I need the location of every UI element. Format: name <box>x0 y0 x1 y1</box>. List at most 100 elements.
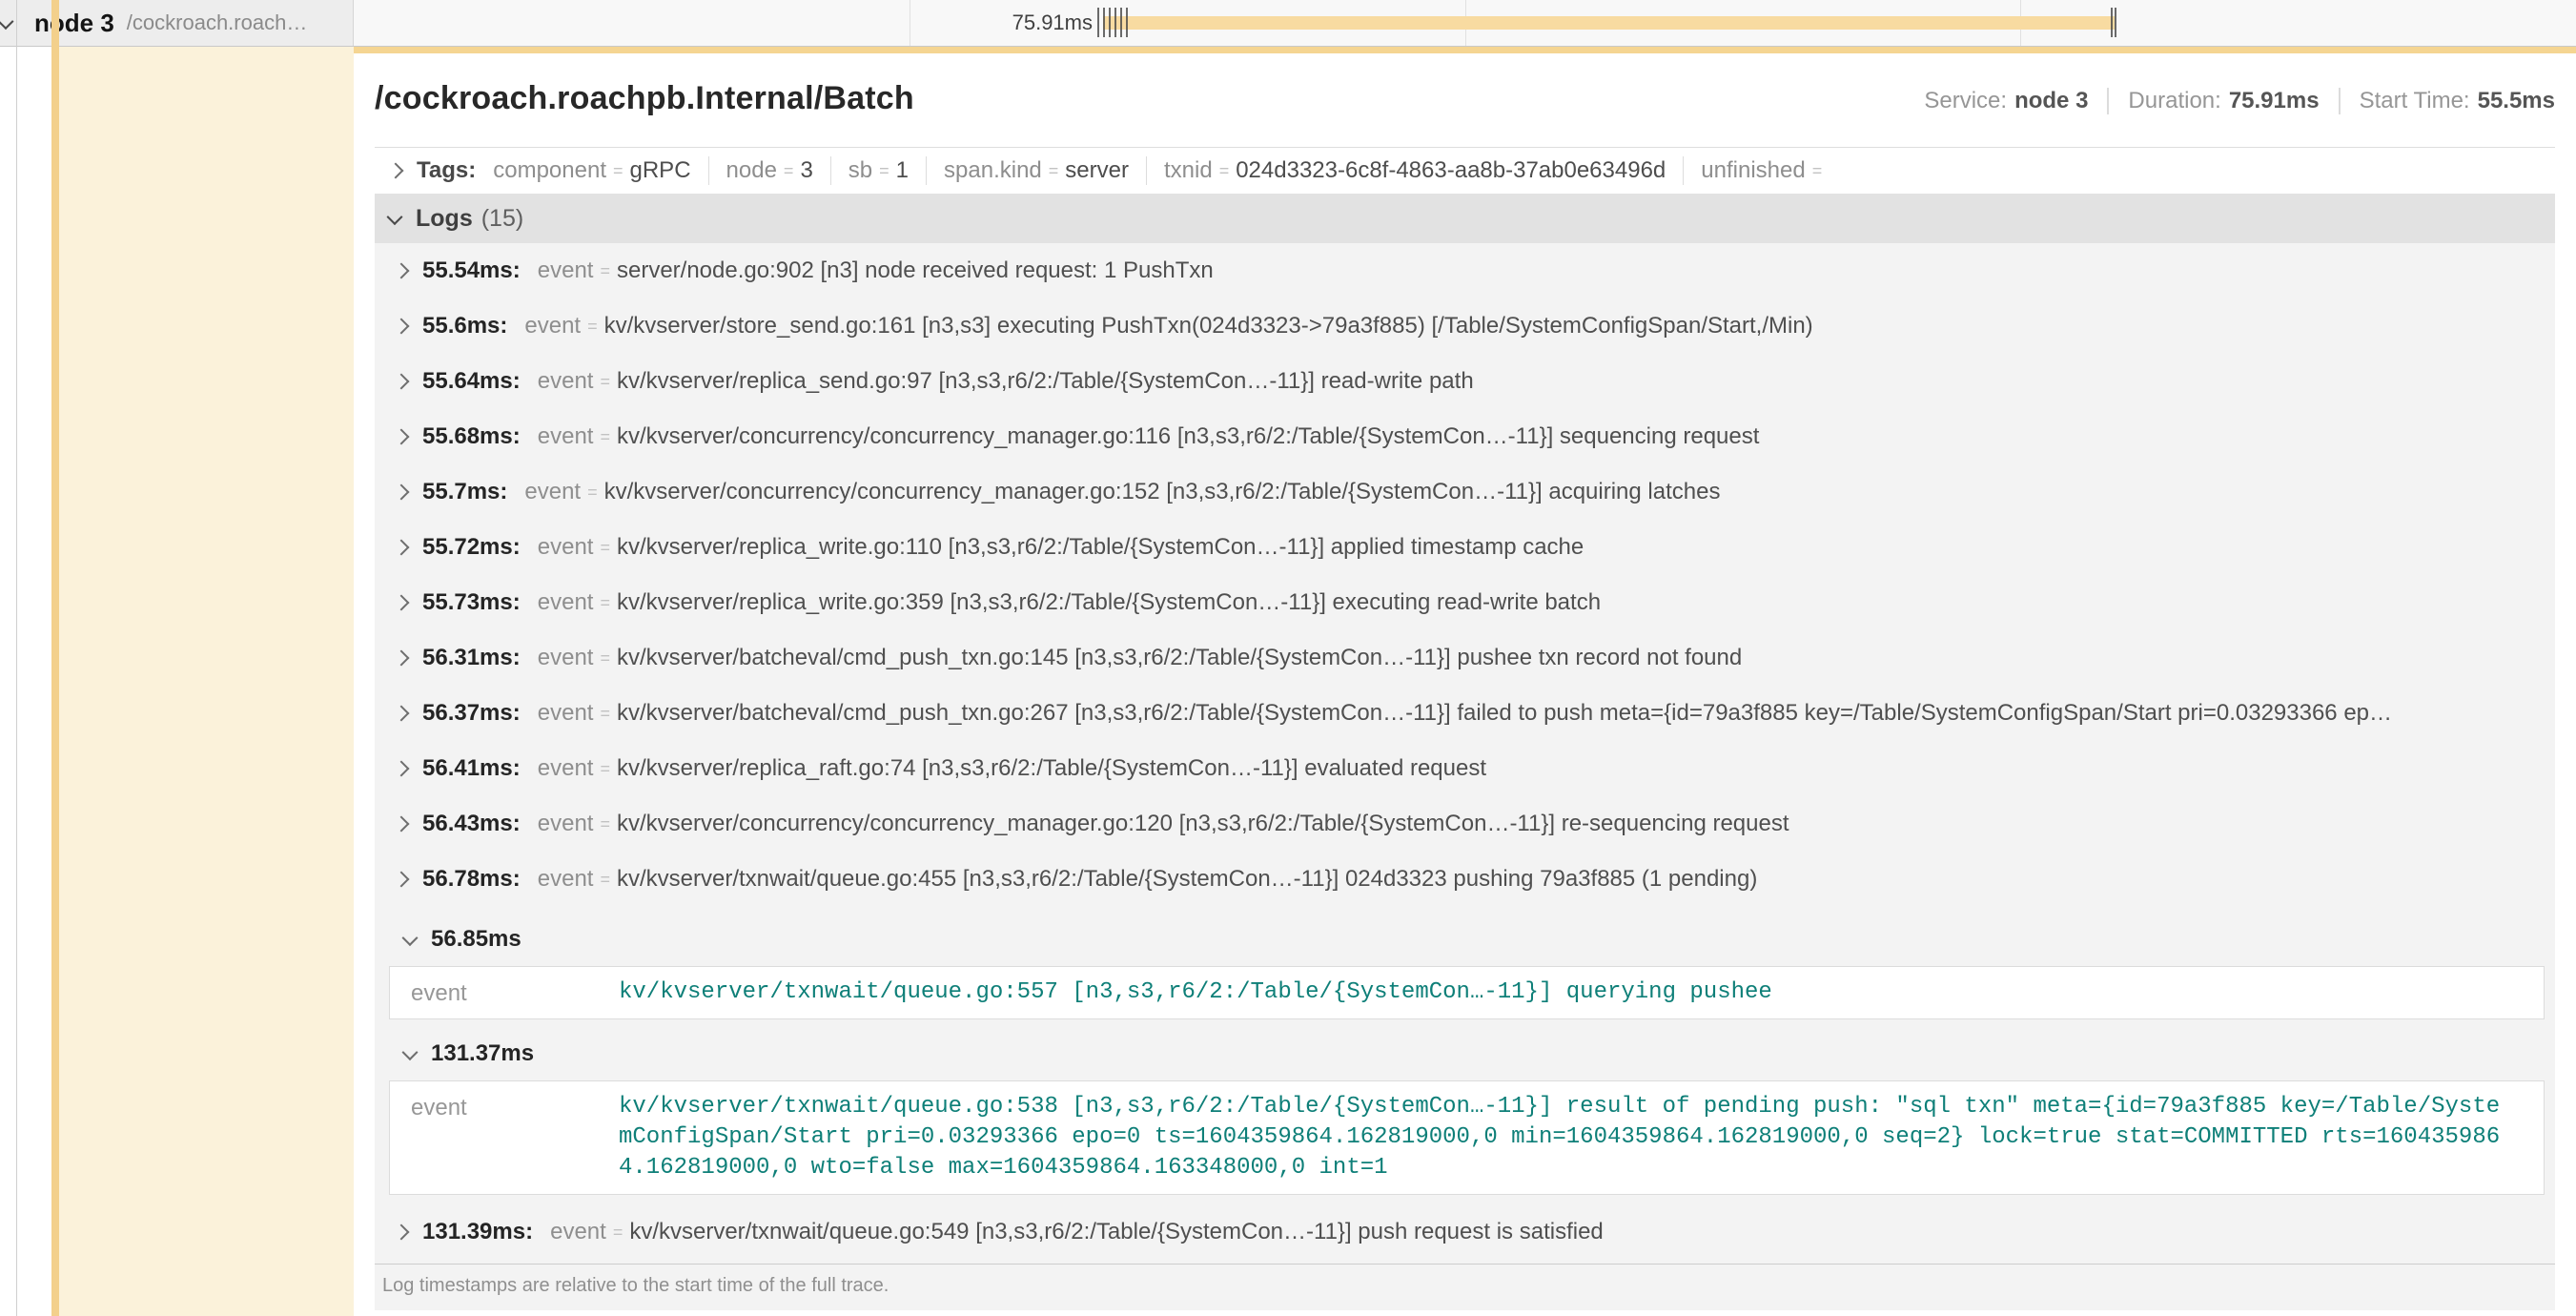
log-key: event <box>538 534 594 561</box>
log-row[interactable]: 56.78ms: event = kv/kvserver/txnwait/que… <box>375 852 2555 907</box>
equals-sign: = <box>600 261 610 281</box>
logs-accordion-header[interactable]: Logs (15) <box>375 194 2555 243</box>
duration-value: 75.91ms <box>2229 88 2320 114</box>
span-color-stripe <box>51 0 59 1316</box>
log-key: event <box>538 645 594 671</box>
span-meta: Service:node 3 Duration:75.91ms Start Ti… <box>1924 88 2555 114</box>
chevron-right-icon <box>388 163 404 179</box>
log-detail-table: event kv/kvserver/txnwait/queue.go:557 [… <box>389 966 2545 1019</box>
log-tick-mark <box>1126 8 1128 37</box>
log-row[interactable]: 55.7ms: event = kv/kvserver/concurrency/… <box>375 464 2555 520</box>
start-time-value: 55.5ms <box>2478 88 2555 114</box>
log-tick-mark <box>1120 8 1122 37</box>
log-expanded-header[interactable]: 131.37ms <box>375 1029 2555 1079</box>
meta-divider <box>2107 88 2109 114</box>
log-value: kv/kvserver/concurrency/concurrency_mana… <box>617 811 1789 837</box>
service-label: Service: <box>1924 88 2007 114</box>
log-row[interactable]: 55.72ms: event = kv/kvserver/replica_wri… <box>375 520 2555 575</box>
gutter-divider <box>16 0 17 1316</box>
log-key: event <box>538 755 594 782</box>
tags-accordion[interactable]: Tags: component=gRPC node=3 sb=1 span.ki… <box>375 148 2555 194</box>
log-timestamp: 55.7ms: <box>422 479 507 505</box>
log-tick-mark <box>2115 8 2116 37</box>
log-tick-mark <box>1097 8 1099 37</box>
log-timestamp: 55.73ms: <box>422 589 521 616</box>
log-row[interactable]: 56.31ms: event = kv/kvserver/batcheval/c… <box>375 630 2555 686</box>
span-operation-name: /cockroach.roach… <box>127 10 308 35</box>
log-timestamp: 55.6ms: <box>422 313 507 339</box>
chevron-right-icon <box>394 595 410 611</box>
equals-sign: = <box>879 161 889 181</box>
log-value: server/node.go:902 [n3] node received re… <box>617 257 1214 284</box>
log-row[interactable]: 56.37ms: event = kv/kvserver/batcheval/c… <box>375 686 2555 741</box>
chevron-right-icon <box>394 319 410 335</box>
log-row[interactable]: 55.6ms: event = kv/kvserver/store_send.g… <box>375 298 2555 354</box>
chevron-down-icon <box>402 930 419 946</box>
log-tick-mark <box>2111 8 2113 37</box>
tag-divider <box>708 156 709 185</box>
equals-sign: = <box>600 427 610 447</box>
meta-divider <box>2339 88 2341 114</box>
chevron-right-icon <box>394 761 410 777</box>
log-detail-table: event kv/kvserver/txnwait/queue.go:538 [… <box>389 1080 2545 1195</box>
log-key: event <box>538 589 594 616</box>
log-tick-mark <box>1114 8 1116 37</box>
chevron-right-icon <box>394 872 410 888</box>
chevron-down-icon <box>387 209 403 225</box>
equals-sign: = <box>613 161 624 181</box>
chevron-right-icon <box>394 429 410 445</box>
log-row[interactable]: 55.54ms: event = server/node.go:902 [n3]… <box>375 243 2555 298</box>
log-timestamp: 131.39ms: <box>422 1219 533 1245</box>
start-time-label: Start Time: <box>2360 88 2470 114</box>
chevron-right-icon <box>394 484 410 501</box>
log-key: event <box>538 368 594 395</box>
tag-key: unfinished <box>1701 157 1805 184</box>
log-value: kv/kvserver/replica_send.go:97 [n3,s3,r6… <box>617 368 1474 395</box>
equals-sign: = <box>600 704 610 724</box>
chevron-down-icon[interactable] <box>0 13 13 30</box>
equals-sign: = <box>1219 161 1230 181</box>
equals-sign: = <box>784 161 794 181</box>
log-timestamp: 56.43ms: <box>422 811 521 837</box>
tags-label: Tags: <box>417 157 476 184</box>
equals-sign: = <box>600 648 610 668</box>
log-value: kv/kvserver/txnwait/queue.go:455 [n3,s3,… <box>617 866 1757 893</box>
chevron-down-icon <box>402 1044 419 1060</box>
chevron-right-icon <box>394 540 410 556</box>
log-key: event <box>538 866 594 893</box>
log-value: kv/kvserver/txnwait/queue.go:557 [n3,s3,… <box>619 977 1772 1008</box>
log-row[interactable]: 55.68ms: event = kv/kvserver/concurrency… <box>375 409 2555 464</box>
log-row[interactable]: 56.41ms: event = kv/kvserver/replica_raf… <box>375 741 2555 796</box>
span-duration-label: 75.91ms <box>354 0 1093 46</box>
log-row[interactable]: 55.73ms: event = kv/kvserver/replica_wri… <box>375 575 2555 630</box>
log-tick-mark <box>1103 8 1105 37</box>
log-row[interactable]: 55.64ms: event = kv/kvserver/replica_sen… <box>375 354 2555 409</box>
log-timestamp: 56.78ms: <box>422 866 521 893</box>
tag-key: txnid <box>1164 157 1213 184</box>
span-detail-panel: /cockroach.roachpb.Internal/Batch Servic… <box>354 47 2576 1316</box>
log-key: event <box>390 1092 619 1183</box>
span-bar[interactable] <box>1103 16 2115 30</box>
equals-sign: = <box>587 483 598 503</box>
log-key: event <box>538 811 594 837</box>
logs-footer-note: Log timestamps are relative to the start… <box>375 1264 2555 1310</box>
logs-label: Logs <box>416 205 473 233</box>
tag-key: component <box>493 157 606 184</box>
log-row[interactable]: 131.39ms: event = kv/kvserver/txnwait/qu… <box>375 1204 2555 1260</box>
log-timestamp: 55.64ms: <box>422 368 521 395</box>
log-row[interactable]: 56.43ms: event = kv/kvserver/concurrency… <box>375 796 2555 852</box>
log-key: event <box>550 1219 606 1245</box>
log-timestamp: 55.68ms: <box>422 423 521 450</box>
span-timeline-area[interactable]: 75.91ms <box>354 0 2576 46</box>
log-value: kv/kvserver/batcheval/cmd_push_txn.go:14… <box>617 645 1742 671</box>
log-expanded-header[interactable]: 56.85ms <box>375 915 2555 964</box>
tag-value: gRPC <box>630 157 691 184</box>
span-timeline-row[interactable]: node 3 /cockroach.roach… 75.91ms <box>0 0 2576 47</box>
chevron-right-icon <box>394 374 410 390</box>
log-key: event <box>390 977 619 1008</box>
log-value: kv/kvserver/batcheval/cmd_push_txn.go:26… <box>617 700 2392 727</box>
service-value: node 3 <box>2014 88 2088 114</box>
span-detail-header: /cockroach.roachpb.Internal/Batch Servic… <box>375 53 2555 148</box>
trace-detail-screen: node 3 /cockroach.roach… 75.91ms /cockro… <box>0 0 2576 1316</box>
tag-value: server <box>1065 157 1129 184</box>
